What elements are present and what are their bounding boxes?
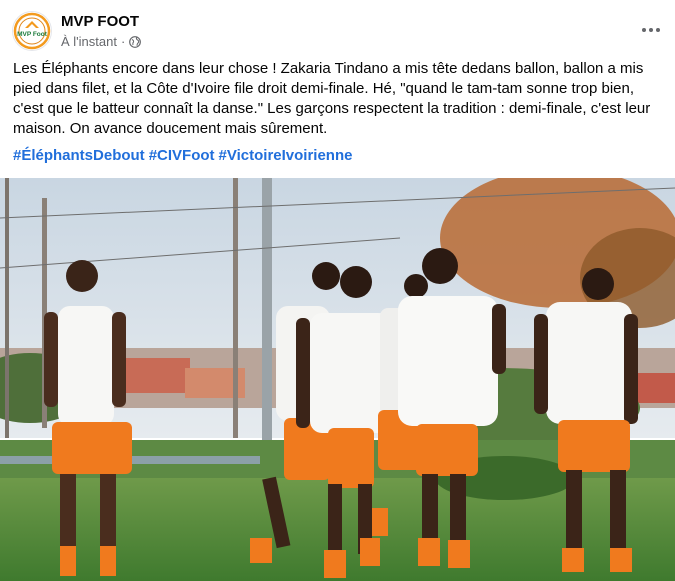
- hashtag-victoire-ivoirienne[interactable]: #VictoireIvoirienne: [219, 147, 353, 164]
- separator-dot: ·: [120, 34, 126, 49]
- post-subline: À l'instant ·: [61, 34, 142, 50]
- post-meta: MVP FOOT À l'instant ·: [61, 12, 142, 50]
- hashtag-elephants-debout[interactable]: #ÉléphantsDebout: [13, 147, 145, 164]
- globe-icon[interactable]: [129, 36, 142, 48]
- more-options-icon[interactable]: [637, 16, 665, 44]
- page-name[interactable]: MVP FOOT: [61, 12, 141, 31]
- post-timestamp[interactable]: À l'instant: [61, 34, 117, 50]
- hashtag-list: #ÉléphantsDebout #CIVFoot #VictoireIvoirie…: [13, 146, 356, 166]
- team-training-photo: [0, 178, 675, 581]
- post-body-text: Les Éléphants encore dans leur chose ! Z…: [13, 60, 651, 137]
- svg-text:MVP Foot: MVP Foot: [17, 31, 48, 38]
- post-header: MVP Foot MVP FOOT À l'instant ·: [12, 9, 142, 53]
- hashtag-civfoot[interactable]: #CIVFoot: [149, 147, 215, 164]
- post-photo[interactable]: [0, 178, 675, 581]
- page-avatar[interactable]: MVP Foot: [12, 11, 52, 51]
- facebook-post: MVP Foot MVP FOOT À l'instant · Les Élép…: [0, 0, 675, 581]
- mvp-foot-logo-icon: MVP Foot: [13, 12, 51, 50]
